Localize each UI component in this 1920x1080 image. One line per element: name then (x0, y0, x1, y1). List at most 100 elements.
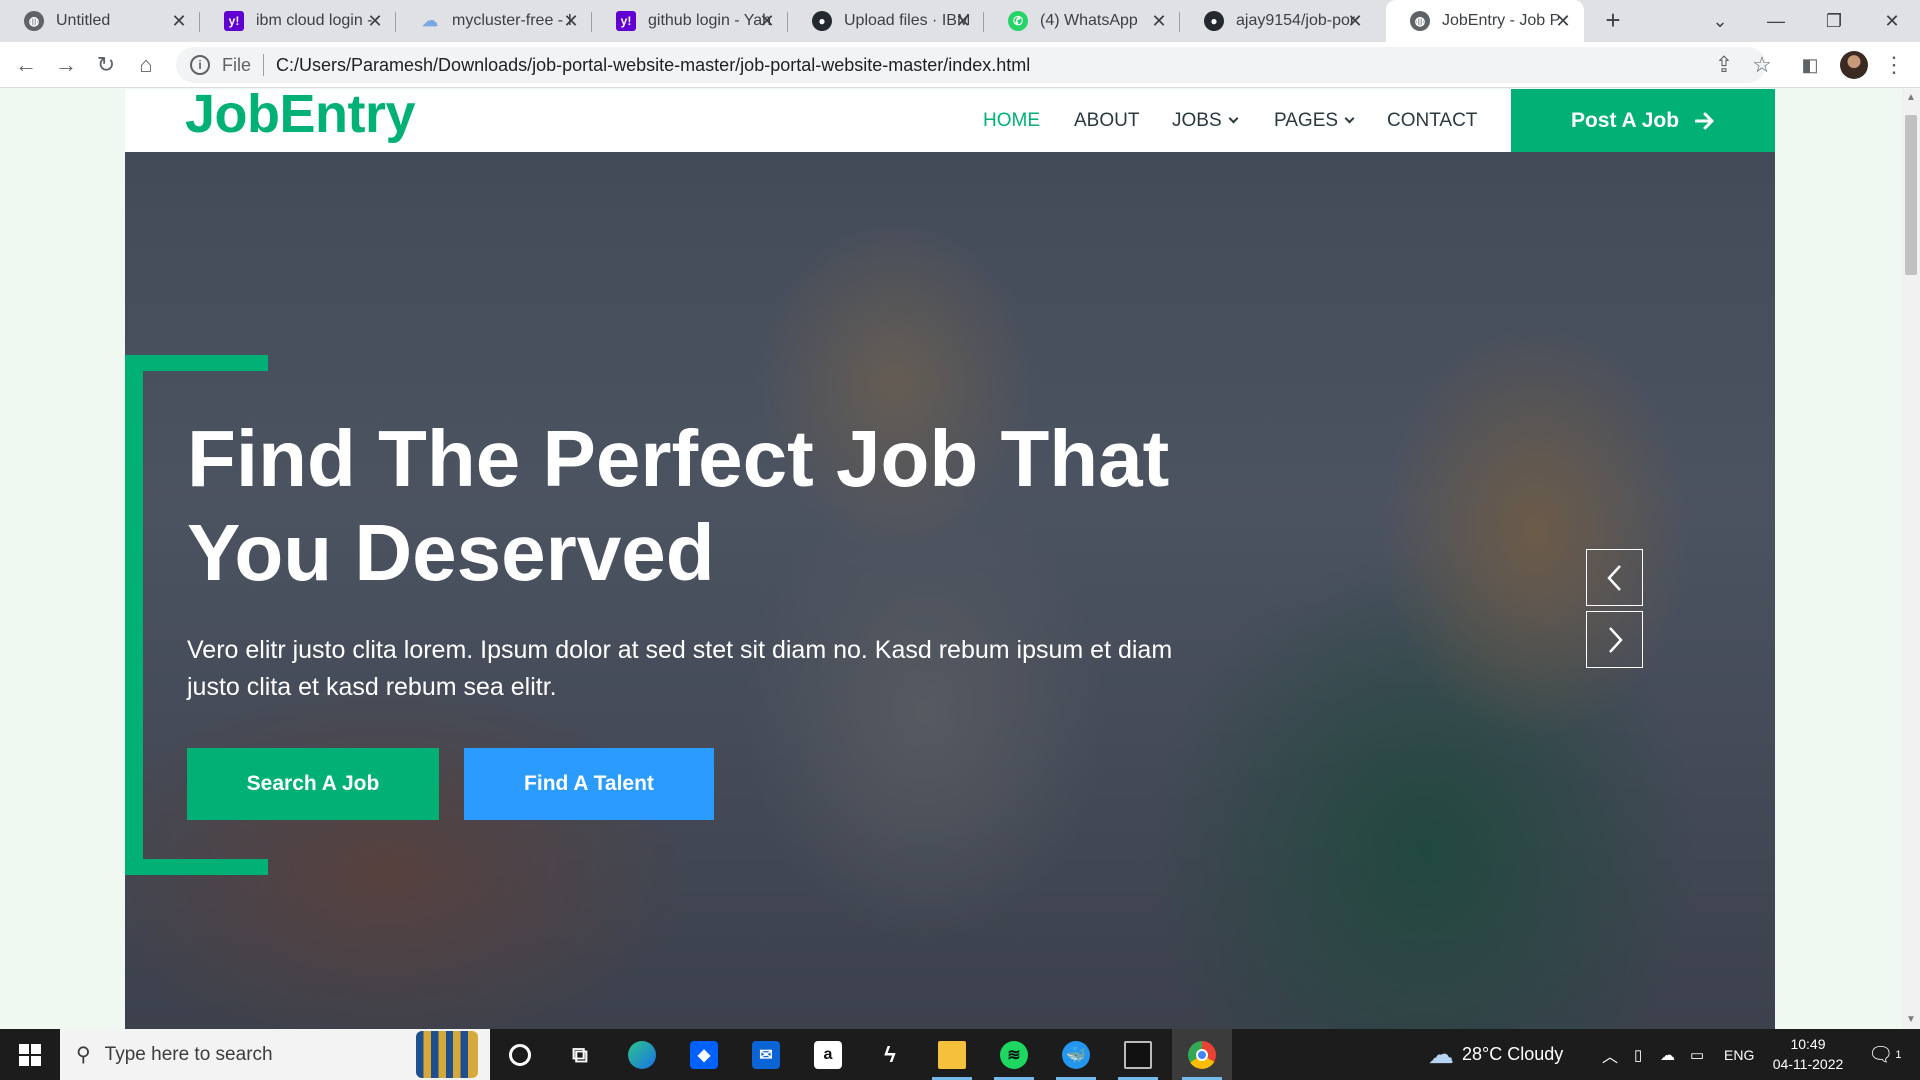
browser-toolbar: ← → ↻ ⌂ i File C:/Users/Paramesh/Downloa… (0, 42, 1920, 88)
browser-tab[interactable]: ☁ mycluster-free - I ✕ (396, 0, 592, 42)
start-button[interactable] (0, 1029, 60, 1080)
nav-label: CONTACT (1387, 109, 1478, 131)
windows-logo-icon (19, 1043, 41, 1066)
brand-logo[interactable]: JobEntry (185, 83, 416, 145)
task-view-icon[interactable]: ⧉ (550, 1029, 610, 1080)
side-panel-icon[interactable]: ◧ (1796, 51, 1824, 79)
terminal-icon[interactable] (1108, 1029, 1168, 1080)
address-bar[interactable]: i File C:/Users/Paramesh/Downloads/job-p… (176, 47, 1766, 83)
nav-label: JOBS (1172, 109, 1222, 131)
scrollbar-thumb[interactable] (1905, 115, 1917, 275)
windows-taskbar: ⚲ Type here to search ⧉ ◆ ✉ a ϟ ≋ 🐳 ☁ 28… (0, 1029, 1920, 1080)
close-icon[interactable]: ✕ (168, 10, 190, 32)
search-placeholder: Type here to search (104, 1043, 273, 1065)
mail-icon[interactable]: ✉ (736, 1029, 796, 1080)
notification-count: 1 (1895, 1048, 1902, 1061)
chrome-icon[interactable] (1172, 1029, 1232, 1080)
browser-tab[interactable]: y! ibm cloud login - ✕ (200, 0, 396, 42)
weather-widget[interactable]: ☁ 28°C Cloudy (1428, 1029, 1563, 1080)
nav-label: PAGES (1274, 109, 1339, 131)
battery-icon[interactable]: ▭ (1690, 1029, 1704, 1080)
docker-icon[interactable]: 🐳 (1046, 1029, 1106, 1080)
close-icon[interactable]: ✕ (364, 10, 386, 32)
post-job-label: Post A Job (1570, 108, 1680, 132)
back-arrow-icon[interactable]: ← (12, 51, 40, 79)
tab-title: JobEntry - Job Po (1442, 12, 1560, 29)
close-icon[interactable]: ✕ (1344, 10, 1366, 32)
language-indicator[interactable]: ENG (1724, 1029, 1754, 1080)
file-explorer-icon[interactable] (922, 1029, 982, 1080)
page-scrollbar[interactable]: ▲ ▼ (1902, 89, 1920, 1029)
device-icon[interactable]: ▯ (1634, 1029, 1642, 1080)
chevron-down-icon (1228, 113, 1239, 123)
onedrive-icon[interactable]: ☁ (1660, 1029, 1675, 1080)
spotify-icon[interactable]: ≋ (984, 1029, 1044, 1080)
restore-button[interactable]: ❐ (1806, 0, 1862, 42)
browser-tab[interactable]: y! github login - Yah ✕ (592, 0, 788, 42)
close-icon[interactable]: ✕ (1148, 10, 1170, 32)
site-navbar: JobEntry HOME ABOUT JOBS PAGES CONTACT P… (125, 84, 1775, 152)
carousel-prev-button[interactable] (1586, 549, 1643, 606)
nav-jobs[interactable]: JOBS (1172, 89, 1239, 152)
cloud-icon: ☁ (420, 11, 440, 31)
nav-contact[interactable]: CONTACT (1387, 89, 1477, 152)
bookmark-star-icon[interactable]: ☆ (1748, 51, 1776, 79)
hero-accent-frame (125, 355, 268, 371)
powershell-icon[interactable]: ϟ (860, 1029, 920, 1080)
edge-browser-icon[interactable] (612, 1029, 672, 1080)
chevron-down-icon (1344, 113, 1355, 123)
cloud-icon: ☁ (1428, 1039, 1454, 1069)
cortana-icon[interactable] (490, 1029, 550, 1080)
chevron-right-icon (1608, 626, 1623, 653)
close-icon[interactable]: ✕ (952, 10, 974, 32)
find-talent-button[interactable]: Find A Talent (464, 748, 714, 820)
tray-overflow-chevron-icon[interactable]: ︿ (1602, 1029, 1618, 1080)
notification-icon: 🗨 (1868, 1044, 1894, 1066)
scroll-up-arrow-icon[interactable]: ▲ (1902, 89, 1920, 107)
close-icon[interactable]: ✕ (560, 10, 582, 32)
hero-accent-frame (125, 355, 143, 875)
chevron-left-icon (1606, 564, 1621, 591)
close-icon[interactable]: ✕ (1552, 10, 1574, 32)
nav-label: ABOUT (1074, 109, 1140, 131)
home-icon[interactable]: ⌂ (132, 51, 160, 79)
post-job-button[interactable]: Post A Job (1511, 89, 1775, 152)
amazon-icon[interactable]: a (798, 1029, 858, 1080)
scheme-label: File (222, 54, 252, 75)
new-tab-button[interactable]: + (1600, 7, 1626, 34)
share-icon[interactable]: ⇪ (1710, 51, 1738, 79)
browser-tab[interactable]: ◍ Untitled ✕ (0, 0, 200, 42)
close-window-button[interactable]: ✕ (1864, 0, 1920, 42)
taskbar-search-box[interactable]: ⚲ Type here to search (60, 1029, 490, 1080)
nav-home[interactable]: HOME (983, 89, 1040, 152)
scroll-down-arrow-icon[interactable]: ▼ (1902, 1011, 1920, 1029)
browser-tab[interactable]: ✆ (4) WhatsApp ✕ (984, 0, 1180, 42)
clock[interactable]: 10:49 04-11-2022 (1770, 1034, 1846, 1074)
hero-carousel: Find The Perfect Job That You Deserved V… (125, 152, 1775, 1029)
github-icon: ● (1204, 11, 1224, 31)
browser-tab[interactable]: ● ajay9154/job-por ✕ (1180, 0, 1376, 42)
avatar[interactable] (1840, 51, 1868, 79)
minimize-button[interactable]: — (1748, 0, 1804, 42)
hero-accent-frame (125, 859, 268, 875)
dropbox-icon[interactable]: ◆ (674, 1029, 734, 1080)
reload-icon[interactable]: ↻ (92, 51, 120, 79)
close-icon[interactable]: ✕ (756, 10, 778, 32)
menu-kebab-icon[interactable]: ⋮ (1880, 51, 1908, 79)
url-text[interactable]: C:/Users/Paramesh/Downloads/job-portal-w… (276, 55, 1030, 76)
browser-tab-active[interactable]: ◍ JobEntry - Job Po ✕ (1386, 0, 1584, 42)
nav-about[interactable]: ABOUT (1074, 89, 1139, 152)
github-icon: ● (812, 11, 832, 31)
divider (263, 54, 265, 76)
info-icon[interactable]: i (190, 55, 210, 75)
tab-search-chevron-icon[interactable]: ⌄ (1692, 0, 1748, 42)
nav-pages[interactable]: PAGES (1274, 89, 1355, 152)
globe-icon: ◍ (1410, 11, 1430, 31)
notification-center-button[interactable]: 🗨 1 (1868, 1029, 1902, 1080)
yahoo-icon: y! (616, 11, 636, 31)
browser-tab[interactable]: ● Upload files · IBM ✕ (788, 0, 984, 42)
search-highlight-image[interactable] (416, 1031, 478, 1078)
forward-arrow-icon[interactable]: → (52, 51, 80, 79)
search-job-button[interactable]: Search A Job (187, 748, 439, 820)
carousel-next-button[interactable] (1586, 611, 1643, 668)
